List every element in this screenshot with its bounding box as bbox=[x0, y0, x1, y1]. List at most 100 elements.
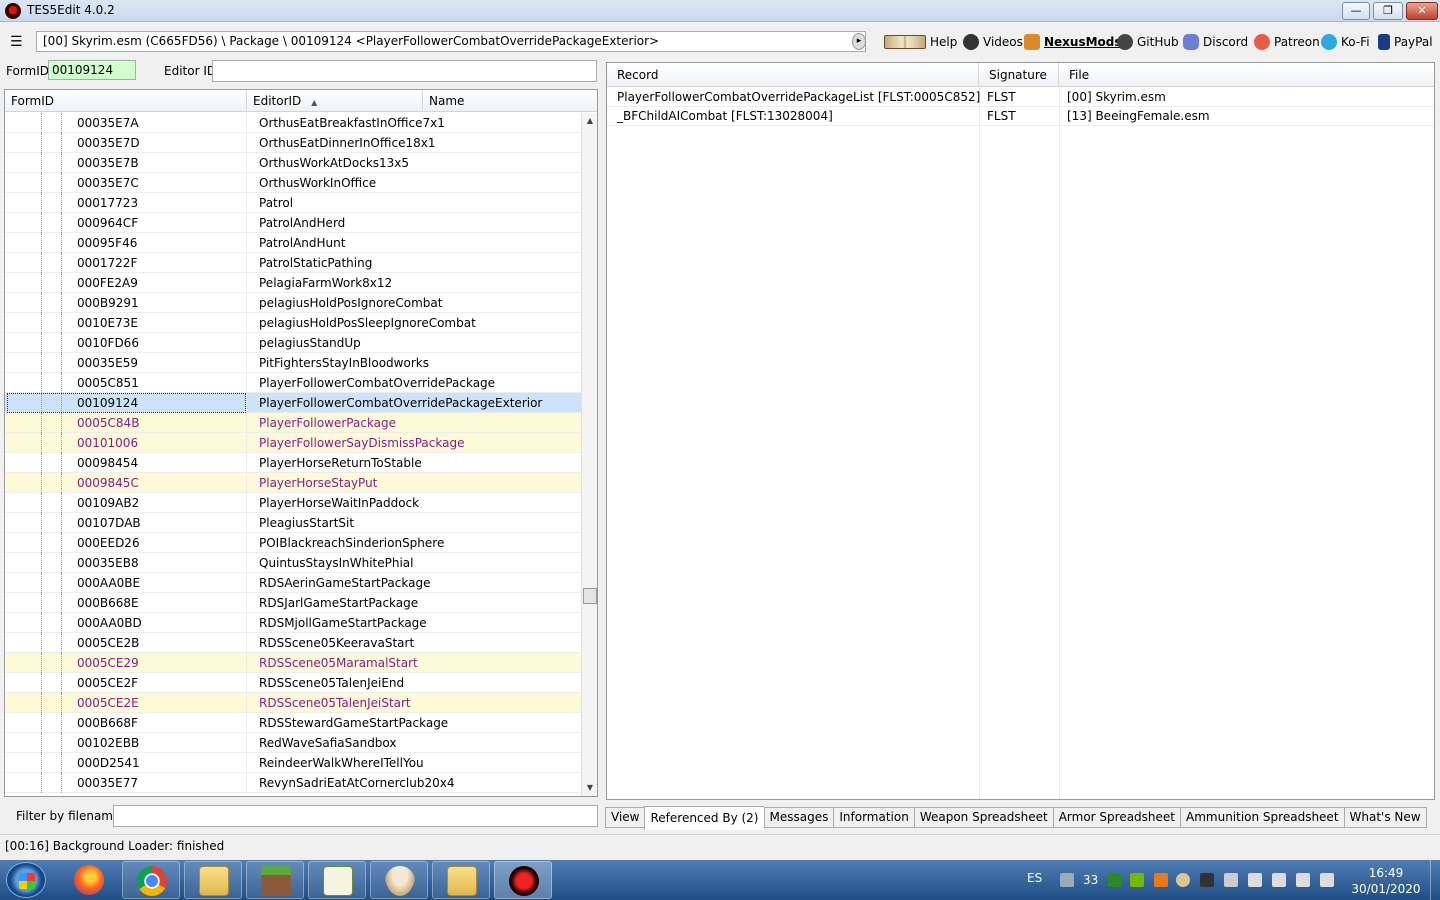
hamburger-menu-icon[interactable]: ☰ bbox=[10, 34, 26, 50]
table-row[interactable]: 0010E73E pelagiusHoldPosSleepIgnoreCombat bbox=[5, 313, 581, 333]
table-row[interactable]: 00035E59 PitFightersStayInBloodworks bbox=[5, 353, 581, 373]
table-row[interactable]: 0005CE2F RDSScene05TalenJeiEnd bbox=[5, 673, 581, 693]
table-row[interactable]: 00035E77 RevynSadriEatAtCornerclub20x4 bbox=[5, 773, 581, 793]
column-file[interactable]: File bbox=[1059, 63, 1434, 87]
referenced-by-grid[interactable]: Record Signature File PlayerFollowerComb… bbox=[606, 62, 1435, 800]
column-editorid[interactable]: EditorID ▲ bbox=[247, 90, 423, 112]
table-row[interactable]: 0005C851 PlayerFollowerCombatOverridePack… bbox=[5, 373, 581, 393]
scroll-down-icon[interactable]: ▼ bbox=[582, 780, 597, 796]
table-row[interactable]: 00095F46 PatrolAndHunt bbox=[5, 233, 581, 253]
paypal-link[interactable]: PayPal bbox=[1378, 33, 1433, 51]
taskbar-explorer[interactable] bbox=[184, 861, 242, 899]
toolbar: ☰ [00] Skyrim.esm (C665FD56) \ Package \… bbox=[0, 22, 1440, 60]
scrollbar-thumb[interactable] bbox=[583, 588, 597, 604]
column-record[interactable]: Record bbox=[607, 63, 979, 87]
table-row[interactable]: 00109124 PlayerFollowerCombatOverridePack… bbox=[5, 393, 581, 413]
tray-counter[interactable]: 33 bbox=[1083, 873, 1098, 887]
table-row[interactable]: 000AA0BE RDSAerinGameStartPackage bbox=[5, 573, 581, 593]
table-row[interactable]: 000D2541 ReindeerWalkWhereITellYou bbox=[5, 753, 581, 773]
editorid-input[interactable] bbox=[212, 60, 597, 82]
table-row[interactable]: 00035E7D OrthusEatDinnerInOffice18x1 bbox=[5, 133, 581, 153]
action-center-flag-icon[interactable] bbox=[1320, 873, 1334, 887]
taskbar-tes5edit[interactable] bbox=[494, 861, 552, 899]
videos-link[interactable]: Videos bbox=[963, 33, 1023, 51]
tab-weapon-spreadsheet[interactable]: Weapon Spreadsheet bbox=[913, 807, 1053, 828]
nexusmods-link[interactable]: NexusMods bbox=[1024, 33, 1122, 51]
reference-row[interactable]: PlayerFollowerCombatOverridePackageList … bbox=[607, 88, 1434, 107]
column-formid[interactable]: FormID bbox=[5, 90, 247, 112]
table-row[interactable]: 00109AB2 PlayerHorseWaitInPaddock bbox=[5, 493, 581, 513]
taskbar-folder[interactable] bbox=[432, 861, 490, 899]
taskbar-tornado[interactable] bbox=[370, 861, 428, 899]
table-row[interactable]: 000FE2A9 PelagiaFarmWork8x12 bbox=[5, 273, 581, 293]
table-row[interactable]: 0010FD66 pelagiusStandUp bbox=[5, 333, 581, 353]
table-row[interactable]: 00035E7C OrthusWorkInOffice bbox=[5, 173, 581, 193]
column-separator bbox=[246, 133, 247, 153]
tab-view[interactable]: View bbox=[605, 807, 645, 828]
column-name[interactable]: Name bbox=[423, 90, 597, 112]
table-row[interactable]: 00035E7A OrthusEatBreakfastInOffice7x1 bbox=[5, 113, 581, 133]
taskbar-firefox[interactable] bbox=[60, 861, 118, 899]
table-row[interactable]: 0005CE2E RDSScene05TalenJeiStart bbox=[5, 693, 581, 713]
tray-app-icon[interactable] bbox=[1176, 873, 1190, 887]
table-row[interactable]: 00098454 PlayerHorseReturnToStable bbox=[5, 453, 581, 473]
table-row[interactable]: 00101006 PlayerFollowerSayDismissPackage bbox=[5, 433, 581, 453]
table-row[interactable]: 0005C84B PlayerFollowerPackage bbox=[5, 413, 581, 433]
minimize-button[interactable]: — bbox=[1342, 2, 1370, 20]
taskbar-notepad[interactable] bbox=[308, 861, 366, 899]
usb-icon[interactable] bbox=[1248, 873, 1262, 887]
green-tray-icon[interactable] bbox=[1108, 873, 1122, 887]
table-row[interactable]: 0005CE29 RDSScene05MaramalStart bbox=[5, 653, 581, 673]
tab-what-s-new[interactable]: What's New bbox=[1343, 807, 1427, 828]
monitor-icon[interactable] bbox=[1200, 873, 1214, 887]
nvidia-icon[interactable] bbox=[1130, 873, 1144, 887]
tab-information[interactable]: Information bbox=[833, 807, 914, 828]
table-row[interactable]: 000B668E RDSJarlGameStartPackage bbox=[5, 593, 581, 613]
record-tree[interactable]: FormID EditorID ▲ Name 00035E7A OrthusEat… bbox=[4, 89, 598, 797]
patreon-link[interactable]: Patreon bbox=[1254, 33, 1320, 51]
editorid-cell: PlayerFollowerCombatOverridePackage bbox=[259, 376, 496, 390]
clock[interactable]: 16:49 30/01/2020 bbox=[1350, 865, 1422, 897]
github-link[interactable]: GitHub bbox=[1117, 33, 1179, 51]
cursor-icon[interactable] bbox=[1060, 873, 1074, 887]
tab-ammunition-spreadsheet[interactable]: Ammunition Spreadsheet bbox=[1180, 807, 1344, 828]
table-row[interactable]: 0009845C PlayerHorseStayPut bbox=[5, 473, 581, 493]
volume-icon[interactable] bbox=[1272, 873, 1286, 887]
language-indicator[interactable]: ES bbox=[1027, 871, 1042, 885]
table-row[interactable]: 00107DAB PleagiusStartSit bbox=[5, 513, 581, 533]
tab-armor-spreadsheet[interactable]: Armor Spreadsheet bbox=[1052, 807, 1180, 828]
table-row[interactable]: 000B9291 pelagiusHoldPosIgnoreCombat bbox=[5, 293, 581, 313]
start-button[interactable] bbox=[6, 862, 46, 898]
table-row[interactable]: 000964CF PatrolAndHerd bbox=[5, 213, 581, 233]
filter-input[interactable] bbox=[113, 805, 598, 827]
table-row[interactable]: 00035E7B OrthusWorkAtDocks13x5 bbox=[5, 153, 581, 173]
maximize-button[interactable]: ❐ bbox=[1373, 2, 1403, 20]
path-scroll-icon[interactable]: ▸ bbox=[852, 33, 866, 50]
tab-referenced-by-2[interactable]: Referenced By (2) bbox=[644, 806, 764, 830]
scroll-up-icon[interactable]: ▲ bbox=[582, 113, 597, 129]
table-row[interactable]: 00102EBB RedWaveSafiaSandbox bbox=[5, 733, 581, 753]
avast-icon[interactable] bbox=[1154, 873, 1168, 887]
table-row[interactable]: 000B668F RDSStewardGameStartPackage bbox=[5, 713, 581, 733]
close-button[interactable]: ✕ bbox=[1406, 2, 1438, 20]
taskbar-minecraft[interactable] bbox=[246, 861, 304, 899]
table-row[interactable]: 00035EB8 QuintusStaysInWhitePhial bbox=[5, 553, 581, 573]
show-desktop-button[interactable] bbox=[1430, 860, 1440, 900]
table-row[interactable]: 0001722F PatrolStaticPathing bbox=[5, 253, 581, 273]
bluetooth-icon[interactable] bbox=[1224, 873, 1238, 887]
reference-row[interactable]: _BFChildAICombat [FLST:13028004] FLST [13]… bbox=[607, 107, 1434, 126]
kofi-link[interactable]: Ko-Fi bbox=[1321, 33, 1370, 51]
tab-messages[interactable]: Messages bbox=[763, 807, 834, 828]
taskbar-chrome[interactable] bbox=[122, 861, 180, 899]
table-row[interactable]: 00017723 Patrol bbox=[5, 193, 581, 213]
tree-vertical-scrollbar[interactable]: ▲ ▼ bbox=[581, 113, 597, 796]
table-row[interactable]: 000EED26 POIBlackreachSinderionSphere bbox=[5, 533, 581, 553]
table-row[interactable]: 000AA0BD RDSMjollGameStartPackage bbox=[5, 613, 581, 633]
discord-link[interactable]: Discord bbox=[1183, 33, 1248, 51]
column-signature[interactable]: Signature bbox=[979, 63, 1059, 87]
table-row[interactable]: 0005CE2B RDSScene05KeeravaStart bbox=[5, 633, 581, 653]
network-icon[interactable] bbox=[1296, 873, 1310, 887]
help-link[interactable]: Help bbox=[884, 33, 957, 51]
formid-input[interactable]: 00109124 bbox=[48, 60, 136, 80]
record-path-field[interactable]: [00] Skyrim.esm (C665FD56) \ Package \ 0… bbox=[36, 31, 866, 52]
